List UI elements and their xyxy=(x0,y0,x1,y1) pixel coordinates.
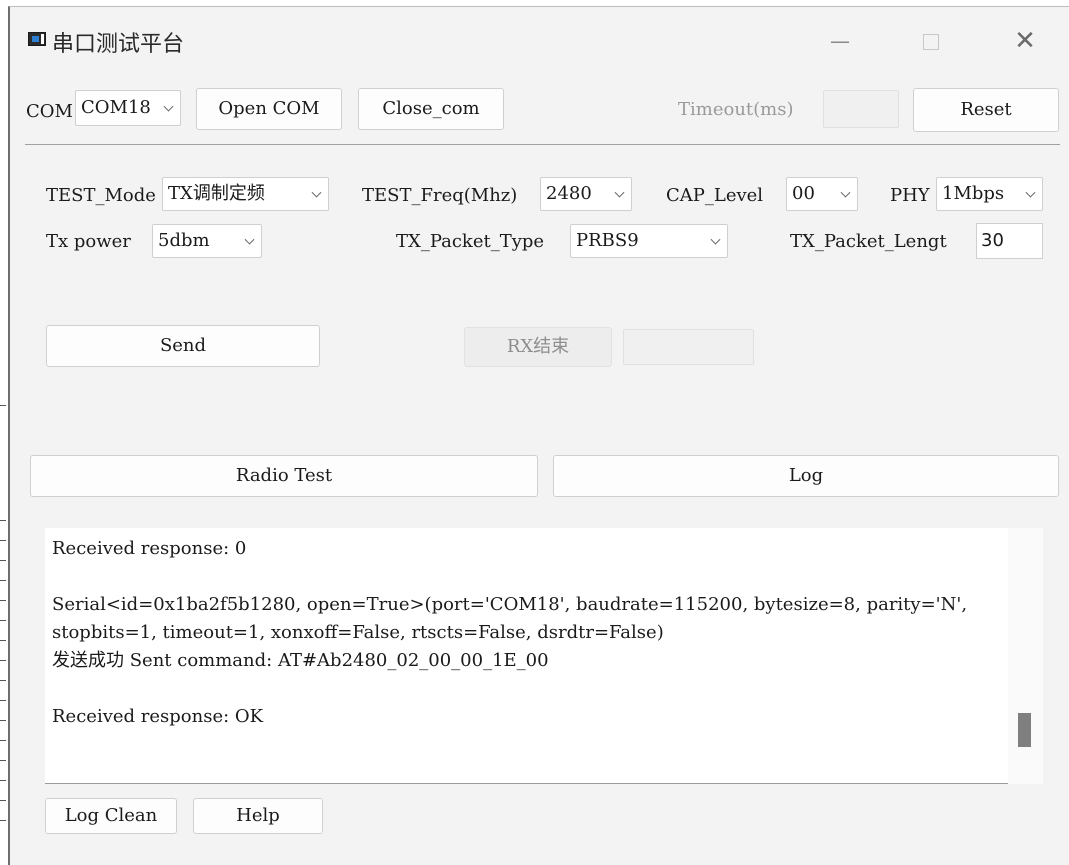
chevron-down-icon xyxy=(1025,187,1036,198)
test-mode-label: TEST_Mode xyxy=(46,185,156,206)
chevron-down-icon xyxy=(311,187,322,198)
timeout-label: Timeout(ms) xyxy=(678,99,794,120)
test-freq-select[interactable]: 2480 xyxy=(540,177,632,211)
packet-type-select[interactable]: PRBS9 xyxy=(570,224,728,258)
com-port-value: COM18 xyxy=(81,97,151,118)
close-button[interactable]: ✕ xyxy=(1005,25,1045,57)
tx-power-select[interactable]: 5dbm xyxy=(152,224,262,258)
com-label: COM xyxy=(26,101,73,122)
test-mode-select[interactable]: TX调制定频 xyxy=(162,177,329,211)
window-title: 串口测试平台 xyxy=(52,32,185,57)
close-com-button[interactable]: Close_com xyxy=(358,88,504,130)
rx-result-field xyxy=(623,329,754,365)
packet-length-label: TX_Packet_Lengt xyxy=(790,231,947,252)
tab-log[interactable]: Log xyxy=(553,455,1059,497)
scrollbar-thumb[interactable] xyxy=(1018,713,1031,747)
main-window: 串口测试平台 — ✕ COM COM18 Open COM Close_com … xyxy=(8,6,1069,865)
cap-level-value: 00 xyxy=(792,183,815,204)
tx-power-label: Tx power xyxy=(46,231,131,252)
log-text: Received response: 0 Serial<id=0x1ba2f5b… xyxy=(52,538,968,727)
cap-level-label: CAP_Level xyxy=(666,185,764,206)
test-freq-label: TEST_Freq(Mhz) xyxy=(362,185,518,206)
chevron-down-icon xyxy=(163,101,174,112)
chevron-down-icon xyxy=(614,187,625,198)
test-mode-value: TX调制定频 xyxy=(168,183,265,204)
cap-level-select[interactable]: 00 xyxy=(786,177,858,211)
timeout-field[interactable] xyxy=(823,90,899,128)
open-com-button[interactable]: Open COM xyxy=(196,88,342,130)
send-button[interactable]: Send xyxy=(46,325,320,367)
log-output[interactable]: Received response: 0 Serial<id=0x1ba2f5b… xyxy=(45,528,1043,784)
divider xyxy=(25,144,1060,145)
packet-type-label: TX_Packet_Type xyxy=(396,231,545,252)
title-bar: 串口测试平台 — ✕ xyxy=(10,7,1069,77)
reset-button[interactable]: Reset xyxy=(913,88,1059,132)
phy-select[interactable]: 1Mbps xyxy=(936,177,1043,211)
packet-type-value: PRBS9 xyxy=(576,230,639,251)
log-clean-button[interactable]: Log Clean xyxy=(45,798,177,834)
packet-length-input[interactable]: 30 xyxy=(976,223,1043,259)
test-freq-value: 2480 xyxy=(546,183,592,204)
help-button[interactable]: Help xyxy=(193,798,323,834)
phy-label: PHY xyxy=(890,185,930,206)
chevron-down-icon xyxy=(840,187,851,198)
rx-end-button: RX结束 xyxy=(464,327,612,367)
minimize-button[interactable]: — xyxy=(820,25,860,57)
tab-radio-test[interactable]: Radio Test xyxy=(30,455,538,497)
chevron-down-icon xyxy=(244,234,255,245)
chevron-down-icon xyxy=(710,234,721,245)
phy-value: 1Mbps xyxy=(942,183,1005,204)
background-edge xyxy=(0,0,8,865)
com-port-select[interactable]: COM18 xyxy=(75,90,181,126)
app-icon xyxy=(28,32,46,46)
tx-power-value: 5dbm xyxy=(158,230,210,251)
maximize-button[interactable] xyxy=(910,25,950,57)
maximize-icon xyxy=(923,34,939,50)
